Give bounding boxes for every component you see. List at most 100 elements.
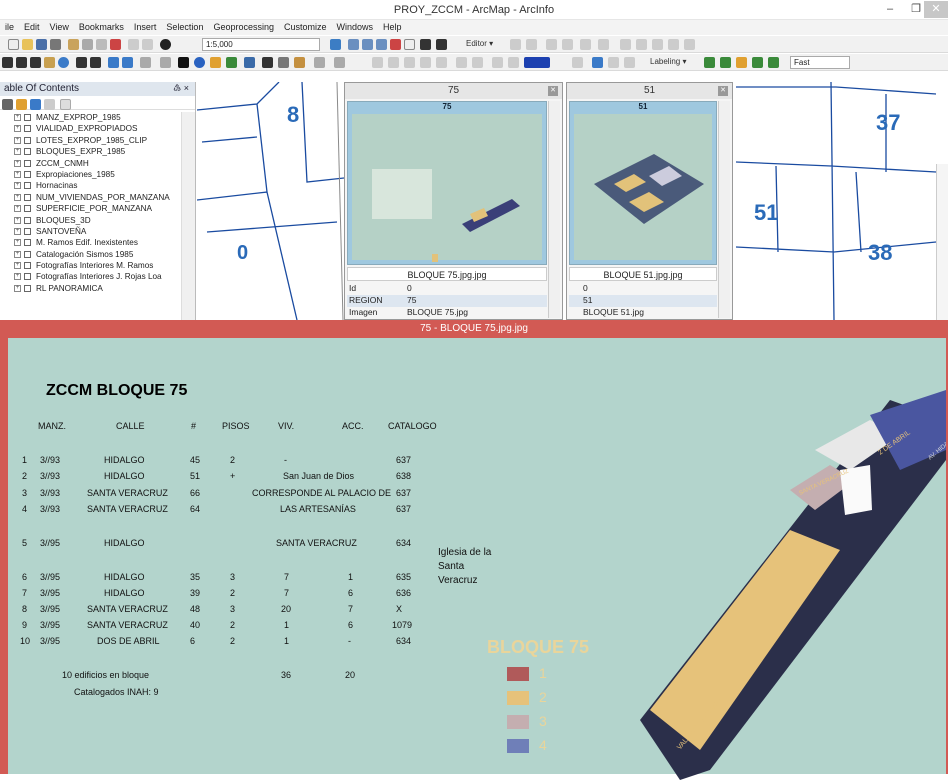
popup-scrollbar[interactable] xyxy=(548,101,560,318)
hyperlink-icon[interactable] xyxy=(210,57,221,68)
model-builder-icon[interactable] xyxy=(420,39,431,50)
layer-visibility-checkbox[interactable] xyxy=(24,148,31,156)
clear-selection-icon[interactable] xyxy=(160,57,171,68)
menu-customize[interactable]: Customize xyxy=(279,20,332,35)
layer-item[interactable]: + RL PANORAMICA xyxy=(0,283,180,294)
toc-pin-close[interactable]: ♵ × xyxy=(173,83,189,94)
popup-window-51[interactable]: 51 ✕ 51 BLOQUE 51.jpg.jpg 0 51 BLOQUE 51… xyxy=(566,82,733,320)
pan-icon[interactable] xyxy=(44,57,55,68)
print-icon[interactable] xyxy=(50,39,61,50)
fixed-zoom-out-icon[interactable] xyxy=(90,57,101,68)
layer-visibility-checkbox[interactable] xyxy=(24,114,31,121)
split-icon[interactable] xyxy=(620,39,631,50)
expand-icon[interactable]: + xyxy=(14,273,21,281)
expand-icon[interactable]: + xyxy=(14,227,21,235)
close-icon[interactable]: ✕ xyxy=(548,86,558,96)
label-manager-icon[interactable] xyxy=(704,57,715,68)
toc-scrollbar[interactable] xyxy=(181,112,195,320)
expand-icon[interactable]: + xyxy=(14,284,21,292)
expand-icon[interactable]: + xyxy=(14,193,21,201)
find-route-icon[interactable] xyxy=(278,57,289,68)
copy-icon[interactable] xyxy=(82,39,93,50)
zoom-in-fixed-icon[interactable] xyxy=(30,57,41,68)
expand-icon[interactable]: + xyxy=(14,159,21,167)
expand-icon[interactable]: + xyxy=(14,205,21,213)
layer-item[interactable]: + M. Ramos Edif. Inexistentes xyxy=(0,237,180,248)
layer-item[interactable]: + BLOQUES_3D xyxy=(0,215,180,226)
view-unplaced-icon[interactable] xyxy=(768,57,779,68)
expand-icon[interactable]: + xyxy=(14,148,21,156)
menu-edit[interactable]: Edit xyxy=(19,20,45,35)
help-icon[interactable] xyxy=(436,39,447,50)
topology-icon-6[interactable] xyxy=(456,57,467,68)
topology-icon-9[interactable] xyxy=(508,57,519,68)
time-slider-icon[interactable] xyxy=(314,57,325,68)
layer-item[interactable]: + BLOQUES_EXPR_1985 xyxy=(0,146,180,157)
layer-visibility-checkbox[interactable] xyxy=(24,284,31,292)
select-elements-icon[interactable] xyxy=(178,57,189,68)
identify-icon[interactable] xyxy=(194,57,205,68)
layer-item[interactable]: + LOTES_EXPROP_1985_CLIP xyxy=(0,135,180,146)
topology-icon-3[interactable] xyxy=(404,57,415,68)
layer-item[interactable]: + MANZ_EXPROP_1985 xyxy=(0,112,180,123)
delete-icon[interactable] xyxy=(110,39,121,50)
layout-icon-4[interactable] xyxy=(624,57,635,68)
layer-visibility-checkbox[interactable] xyxy=(24,273,31,281)
full-extent-icon[interactable] xyxy=(58,57,69,68)
list-by-visibility-icon[interactable] xyxy=(30,99,41,110)
straight-segment-icon[interactable] xyxy=(546,39,557,50)
expand-icon[interactable]: + xyxy=(14,239,21,247)
menu-file[interactable]: ile xyxy=(0,20,19,35)
menu-windows[interactable]: Windows xyxy=(332,20,379,35)
trace-icon[interactable] xyxy=(580,39,591,50)
layer-item[interactable]: + Expropiaciones_1985 xyxy=(0,169,180,180)
layer-visibility-checkbox[interactable] xyxy=(24,205,31,213)
pause-labeling-icon[interactable] xyxy=(752,57,763,68)
end-point-arc-icon[interactable] xyxy=(562,39,573,50)
popup-scrollbar[interactable] xyxy=(718,101,730,318)
cut-icon[interactable] xyxy=(68,39,79,50)
menu-help[interactable]: Help xyxy=(378,20,407,35)
color-swatch-icon[interactable] xyxy=(524,57,550,68)
expand-icon[interactable]: + xyxy=(14,216,21,224)
save-icon[interactable] xyxy=(36,39,47,50)
layer-visibility-checkbox[interactable] xyxy=(24,182,31,190)
layer-visibility-checkbox[interactable] xyxy=(24,216,31,224)
search-icon[interactable] xyxy=(376,39,387,50)
close-icon[interactable]: ✕ xyxy=(718,86,728,96)
lock-labels-icon[interactable] xyxy=(736,57,747,68)
arctoolbox-icon[interactable] xyxy=(390,39,401,50)
new-icon[interactable] xyxy=(8,39,19,50)
topology-icon-1[interactable] xyxy=(372,57,383,68)
label-quality-select[interactable]: Fast xyxy=(790,56,850,69)
expand-icon[interactable]: + xyxy=(14,262,21,270)
layer-visibility-checkbox[interactable] xyxy=(24,193,31,201)
layer-item[interactable]: + SANTOVEÑA xyxy=(0,226,180,237)
open-icon[interactable] xyxy=(22,39,33,50)
layer-visibility-checkbox[interactable] xyxy=(24,125,31,133)
point-icon[interactable] xyxy=(598,39,609,50)
python-icon[interactable] xyxy=(404,39,415,50)
minimize-button[interactable]: – xyxy=(876,1,904,18)
list-by-selection-icon[interactable] xyxy=(44,99,55,110)
popup-window-75[interactable]: 75 ✕ 75 BLOQUE 75.jpg.jpg Id 0 REGION 75 I… xyxy=(344,82,563,320)
undo-icon[interactable] xyxy=(128,39,139,50)
layer-visibility-checkbox[interactable] xyxy=(24,250,31,258)
layer-visibility-checkbox[interactable] xyxy=(24,159,31,167)
create-viewer-icon[interactable] xyxy=(334,57,345,68)
expand-icon[interactable]: + xyxy=(14,125,21,133)
layer-item[interactable]: + VIALIDAD_EXPROPIADOS xyxy=(0,123,180,134)
layout-icon-2[interactable] xyxy=(592,57,603,68)
topology-icon-4[interactable] xyxy=(420,57,431,68)
expand-icon[interactable]: + xyxy=(14,114,21,121)
create-features-icon[interactable] xyxy=(684,39,695,50)
layer-item[interactable]: + ZCCM_CNMH xyxy=(0,158,180,169)
layout-icon-1[interactable] xyxy=(572,57,583,68)
layer-visibility-checkbox[interactable] xyxy=(24,136,31,144)
toc-icon[interactable] xyxy=(348,39,359,50)
find-icon[interactable] xyxy=(262,57,273,68)
topology-icon-2[interactable] xyxy=(388,57,399,68)
layer-item[interactable]: + Fotografías Interiores J. Rojas Loa xyxy=(0,271,180,282)
html-popup-icon[interactable] xyxy=(226,57,237,68)
sketch-icon[interactable] xyxy=(668,39,679,50)
